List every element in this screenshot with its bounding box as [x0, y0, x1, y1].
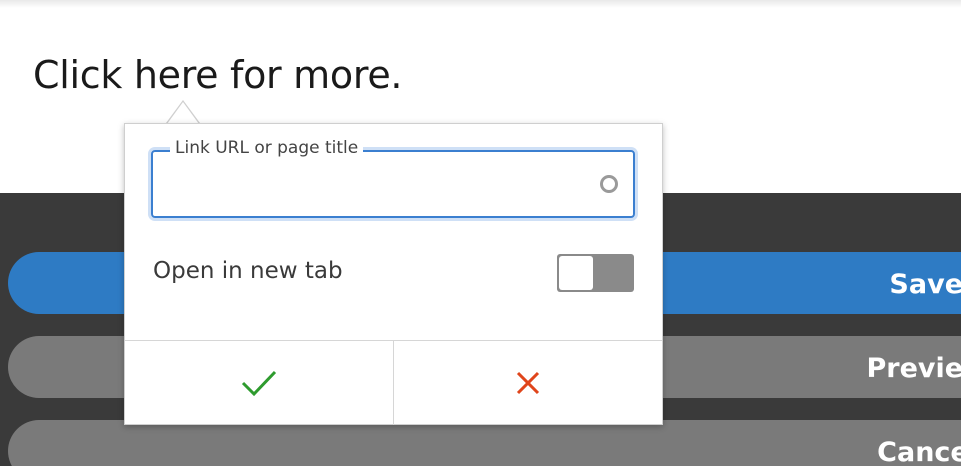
link-popup: Link URL or page title Open in new tab — [124, 123, 663, 425]
top-shadow — [0, 0, 961, 8]
link-url-field[interactable]: Link URL or page title — [151, 138, 635, 218]
cancel-button[interactable]: Cancel — [8, 420, 961, 466]
open-in-new-tab-label: Open in new tab — [153, 258, 343, 284]
open-in-new-tab-toggle[interactable] — [557, 254, 634, 292]
link-url-label: Link URL or page title — [170, 138, 364, 158]
toggle-knob — [559, 256, 593, 290]
link-url-input[interactable] — [169, 174, 593, 206]
loading-spinner-icon — [600, 175, 618, 193]
dismiss-link-button[interactable] — [394, 341, 662, 424]
close-icon — [516, 371, 540, 394]
checkmark-icon — [241, 370, 277, 396]
editor-text[interactable]: Click here for more. — [33, 53, 402, 97]
confirm-link-button[interactable] — [125, 341, 393, 424]
page: Click here for more. Save Preview Cancel… — [0, 0, 961, 466]
popup-arrow-inner — [167, 102, 199, 124]
